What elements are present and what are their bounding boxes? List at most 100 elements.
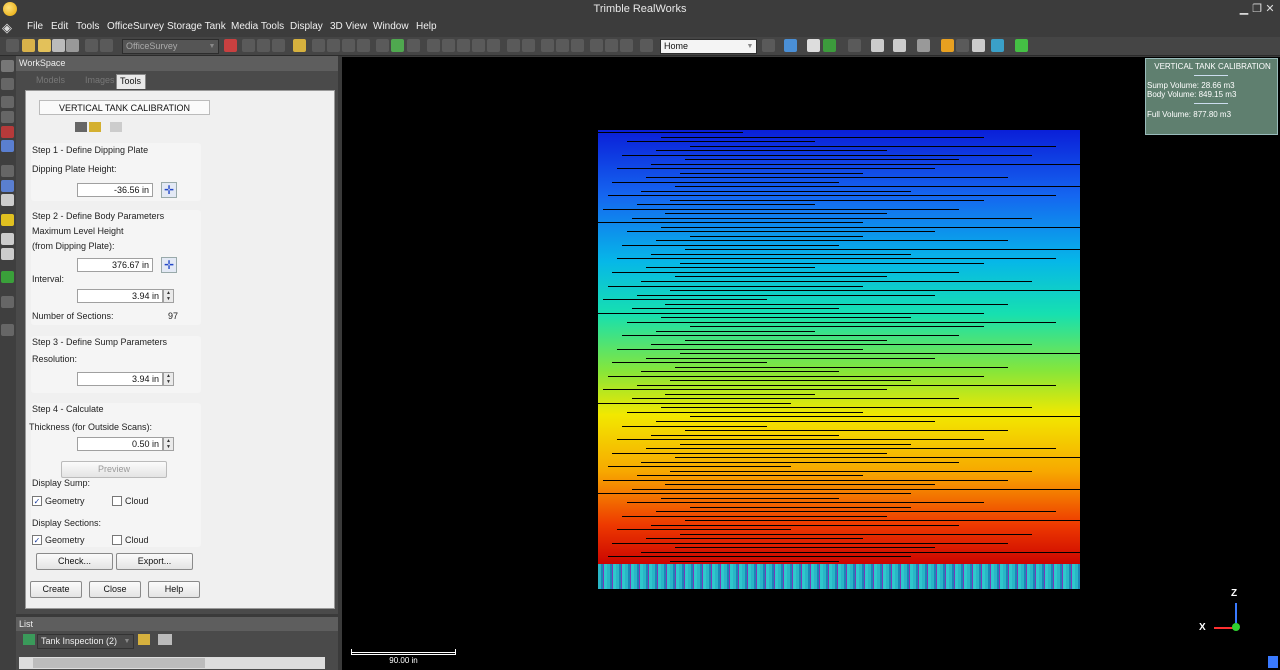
tab-tools[interactable]: Tools	[116, 74, 146, 89]
register-icon[interactable]	[391, 39, 404, 52]
eye-icon[interactable]	[807, 39, 820, 52]
move-icon[interactable]	[1, 180, 14, 192]
station-icon[interactable]	[224, 39, 237, 52]
menu-display[interactable]: Display	[290, 21, 323, 32]
thickness-spinner[interactable]: ▲ ▼	[163, 437, 174, 451]
save-icon[interactable]	[52, 39, 65, 52]
help-button[interactable]: Help	[148, 581, 200, 598]
sump-geometry-checkbox[interactable]: ✓	[32, 496, 42, 506]
tool-icon[interactable]	[1, 296, 14, 308]
annotate-icon[interactable]	[1, 214, 14, 226]
plane-icon[interactable]	[442, 39, 455, 52]
interval-input[interactable]: 3.94 in	[77, 289, 163, 303]
close-icon[interactable]: ✕	[1264, 3, 1276, 15]
cloud-icon[interactable]	[507, 39, 520, 52]
menu-tools[interactable]: Tools	[76, 21, 99, 32]
section-icon[interactable]	[427, 39, 440, 52]
warning-icon[interactable]	[941, 39, 954, 52]
folder-icon[interactable]	[138, 634, 150, 645]
render-icon[interactable]	[823, 39, 836, 52]
menu-edit[interactable]: Edit	[51, 21, 68, 32]
horizontal-scrollbar[interactable]	[19, 657, 325, 669]
tank-icon[interactable]	[110, 122, 122, 132]
tool-icon[interactable]	[1, 165, 14, 177]
export-button[interactable]: Export...	[116, 553, 193, 570]
view-combo[interactable]: Home ▼	[660, 39, 757, 54]
3d-viewport[interactable]: VERTICAL TANK CALIBRATION Sump Volume: 2…	[342, 57, 1280, 670]
pin-icon[interactable]	[1, 60, 14, 72]
resolution-spinner[interactable]: ▲ ▼	[163, 372, 174, 386]
tool-icon[interactable]	[1, 96, 14, 108]
tab-images[interactable]: Images	[68, 74, 116, 89]
layer-icon[interactable]	[487, 39, 500, 52]
navigation-mode-icon[interactable]	[1268, 656, 1278, 668]
grid-icon[interactable]	[472, 39, 485, 52]
cube-view-icon[interactable]	[1, 271, 14, 283]
ruler-icon[interactable]	[89, 122, 101, 132]
lights-icon[interactable]	[848, 39, 861, 52]
select-icon[interactable]	[242, 39, 255, 52]
open-project-icon[interactable]	[22, 39, 35, 52]
measure-icon[interactable]	[293, 39, 306, 52]
maximize-icon[interactable]: ❐	[1251, 3, 1263, 15]
image-tool-icon[interactable]	[1, 140, 14, 152]
dipping-plate-height-input[interactable]: -36.56 in	[77, 183, 153, 197]
pick-point-button[interactable]: ✛	[161, 257, 177, 273]
sections-cloud-checkbox[interactable]	[112, 535, 122, 545]
delete-icon[interactable]	[1, 126, 14, 138]
zoom-out-icon[interactable]	[1, 248, 14, 260]
tank-sump-model[interactable]	[598, 564, 1080, 589]
numbering-icon[interactable]	[956, 39, 969, 52]
close-button[interactable]: Close	[89, 581, 141, 598]
tank-sections-model[interactable]	[598, 130, 1080, 568]
sphere-icon[interactable]	[541, 39, 554, 52]
tools-icon[interactable]	[407, 39, 420, 52]
point-size-icon[interactable]	[1015, 39, 1028, 52]
tool-icon[interactable]	[1, 324, 14, 336]
home-icon[interactable]	[1, 194, 14, 206]
cube-icon[interactable]	[457, 39, 470, 52]
menu-help[interactable]: Help	[416, 21, 437, 32]
camera-icon[interactable]	[605, 39, 618, 52]
interval-spinner[interactable]: ▲ ▼	[163, 289, 174, 303]
open-folder-icon[interactable]	[38, 39, 51, 52]
segment-icon[interactable]	[312, 39, 325, 52]
menu-3d-view[interactable]: 3D View	[330, 21, 367, 32]
print-icon[interactable]	[66, 39, 79, 52]
cylinder-icon[interactable]	[556, 39, 569, 52]
thickness-input[interactable]: 0.50 in	[77, 437, 163, 451]
pick-point-button[interactable]: ✛	[161, 182, 177, 198]
scrollbar-thumb[interactable]	[33, 658, 205, 668]
close-panel-icon[interactable]	[1, 78, 14, 90]
menu-window[interactable]: Window	[373, 21, 409, 32]
image-icon[interactable]	[590, 39, 603, 52]
video-icon[interactable]	[620, 39, 633, 52]
create-button[interactable]: Create	[30, 581, 82, 598]
sump-cloud-checkbox[interactable]	[112, 496, 122, 506]
tab-models[interactable]: Models	[19, 74, 66, 89]
mesh-icon[interactable]	[357, 39, 370, 52]
check-button[interactable]: Check...	[36, 553, 113, 570]
rotate-icon[interactable]	[376, 39, 389, 52]
preview-button[interactable]: Preview	[61, 461, 167, 478]
view-eye-icon[interactable]	[871, 39, 884, 52]
redo-icon[interactable]	[100, 39, 113, 52]
zoom-extent-icon[interactable]	[762, 39, 775, 52]
fit-icon[interactable]	[522, 39, 535, 52]
workflow-combo[interactable]: OfficeSurvey ▼	[122, 39, 219, 54]
tool-icon[interactable]	[1, 111, 14, 123]
label-icon[interactable]	[972, 39, 985, 52]
settings-icon[interactable]	[917, 39, 930, 52]
undo-icon[interactable]	[85, 39, 98, 52]
max-level-height-input[interactable]: 376.67 in	[77, 258, 153, 272]
workflow-icon[interactable]	[75, 122, 87, 132]
menu-storage-tank[interactable]: Storage Tank	[167, 21, 226, 32]
cone-icon[interactable]	[571, 39, 584, 52]
zoom-in-icon[interactable]	[1, 233, 14, 245]
menu-officesurvey[interactable]: OfficeSurvey	[107, 21, 164, 32]
app-menu-icon[interactable]: ◈	[2, 20, 18, 36]
fence-icon[interactable]	[257, 39, 270, 52]
sampling-icon[interactable]	[327, 39, 340, 52]
new-project-icon[interactable]	[6, 39, 19, 52]
fence-polygon-icon[interactable]	[272, 39, 285, 52]
